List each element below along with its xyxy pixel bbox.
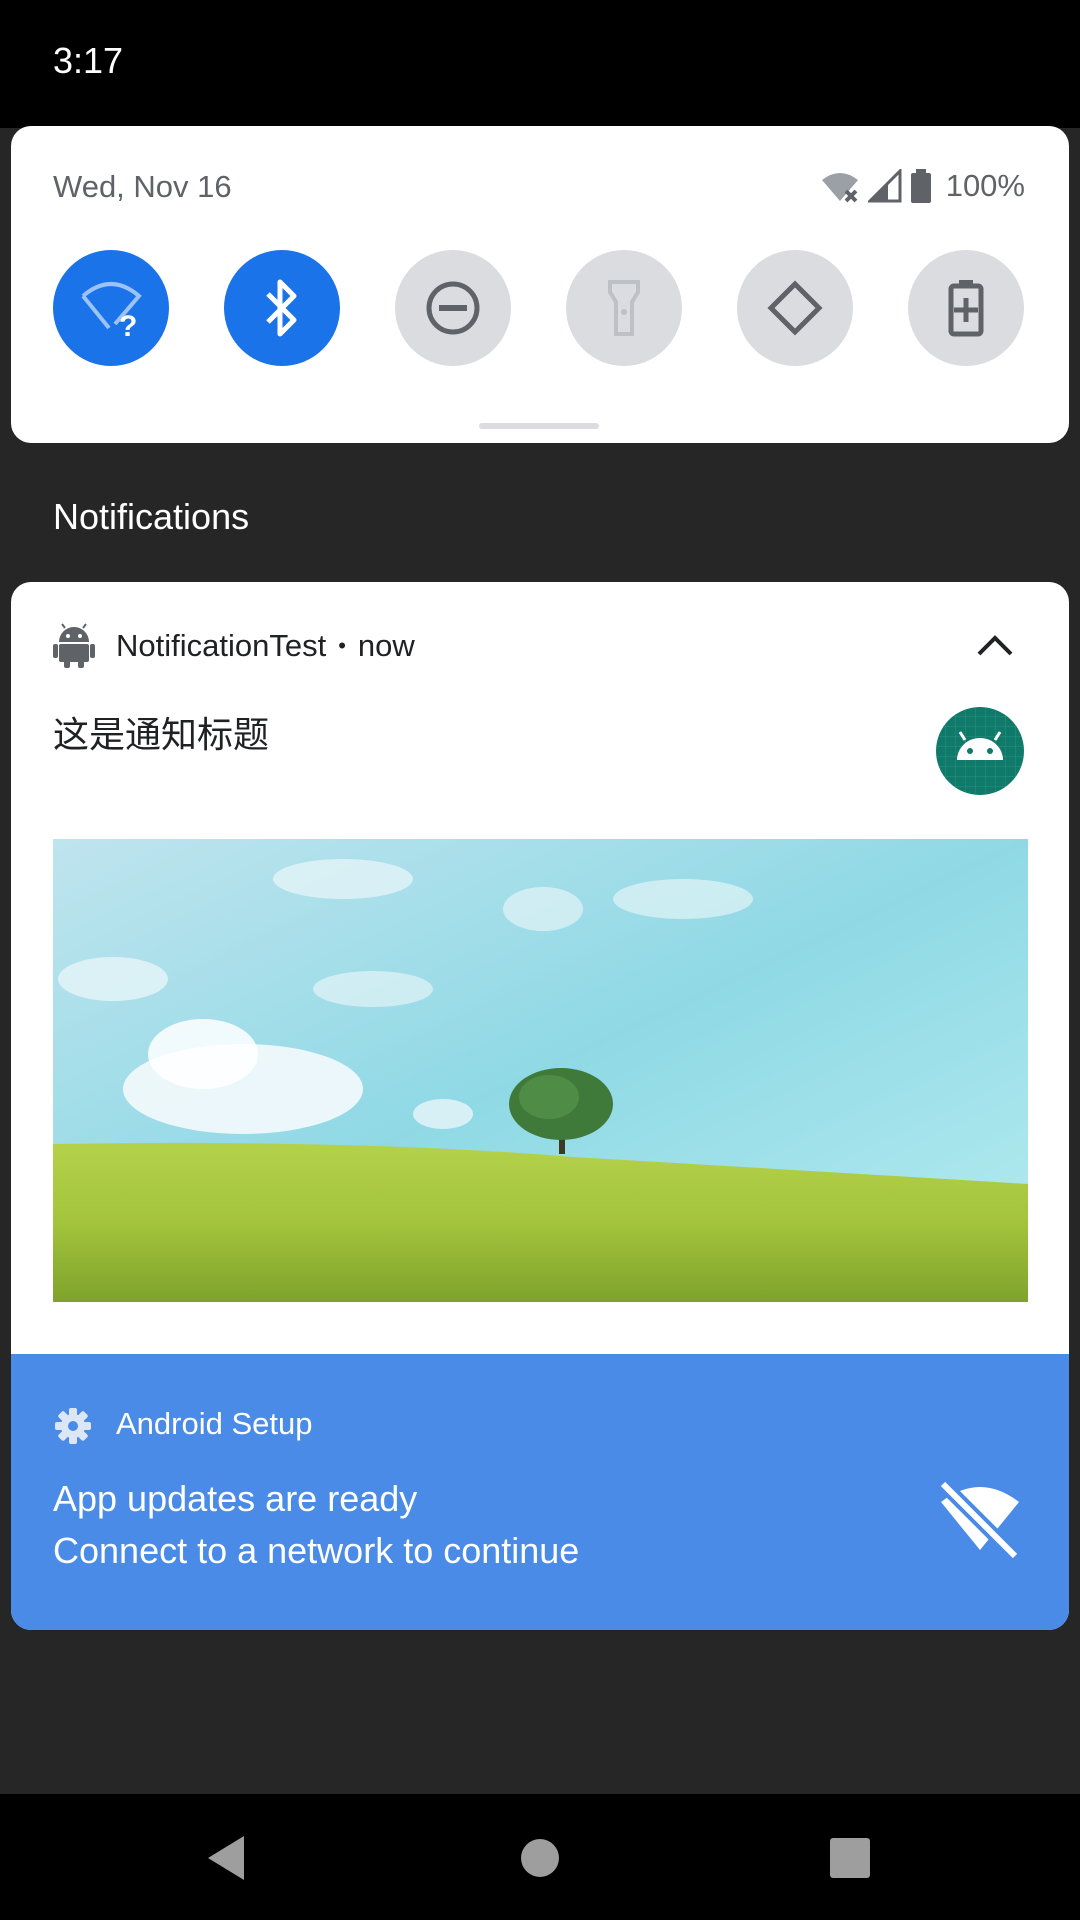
navigation-bar <box>0 1794 1080 1920</box>
android-setup-notification[interactable]: Android Setup App updates are ready Conn… <box>11 1354 1069 1630</box>
back-icon[interactable] <box>196 1828 256 1888</box>
android-large-icon <box>936 707 1024 795</box>
notification-time: now <box>357 628 415 663</box>
wifi-unknown-icon: ? <box>81 282 142 338</box>
bluetooth-icon <box>266 279 297 337</box>
notification-title: 这是通知标题 <box>53 714 270 755</box>
qs-status-icons: 100% <box>820 164 1025 208</box>
svg-text:?: ? <box>119 310 137 338</box>
notification-separator: • <box>338 633 346 658</box>
wifi-off-icon <box>936 1477 1022 1562</box>
notification-app-name: NotificationTest <box>116 628 327 663</box>
android-app-icon <box>53 623 95 668</box>
qs-date: Wed, Nov 16 <box>53 169 232 204</box>
battery-saver-icon <box>948 280 984 337</box>
cell-signal-icon <box>867 169 902 203</box>
notification-card[interactable]: NotificationTest • now 这是通知标题 Android Se… <box>11 582 1069 1630</box>
do-not-disturb-icon <box>426 281 480 335</box>
status-clock: 3:17 <box>53 40 124 81</box>
setup-title: App updates are ready <box>53 1478 418 1519</box>
battery-percent: 100% <box>945 168 1025 203</box>
notifications-header: Notifications <box>53 496 250 537</box>
recents-icon[interactable] <box>820 1828 880 1888</box>
quick-settings-panel: Wed, Nov 16 100% ? <box>11 126 1069 443</box>
wifi-tile[interactable]: ? <box>53 250 169 366</box>
do-not-disturb-tile[interactable] <box>395 250 511 366</box>
wifi-no-internet-icon <box>821 173 858 203</box>
landscape-tree-hill-image <box>53 839 1028 1302</box>
status-bar: 3:17 <box>0 0 1080 128</box>
flashlight-icon <box>608 280 640 336</box>
notification-app-row: NotificationTest • now <box>116 628 415 664</box>
auto-rotate-icon <box>767 280 823 336</box>
battery-saver-tile[interactable] <box>908 250 1024 366</box>
home-icon[interactable] <box>510 1828 570 1888</box>
auto-rotate-tile[interactable] <box>737 250 853 366</box>
battery-icon <box>910 169 931 203</box>
collapse-chevron-icon[interactable] <box>971 622 1019 670</box>
settings-gear-icon <box>55 1408 91 1444</box>
flashlight-tile[interactable] <box>566 250 682 366</box>
qs-drag-handle[interactable] <box>479 423 599 429</box>
bluetooth-tile[interactable] <box>224 250 340 366</box>
setup-app-name: Android Setup <box>116 1406 313 1441</box>
setup-text: Connect to a network to continue <box>53 1530 580 1571</box>
